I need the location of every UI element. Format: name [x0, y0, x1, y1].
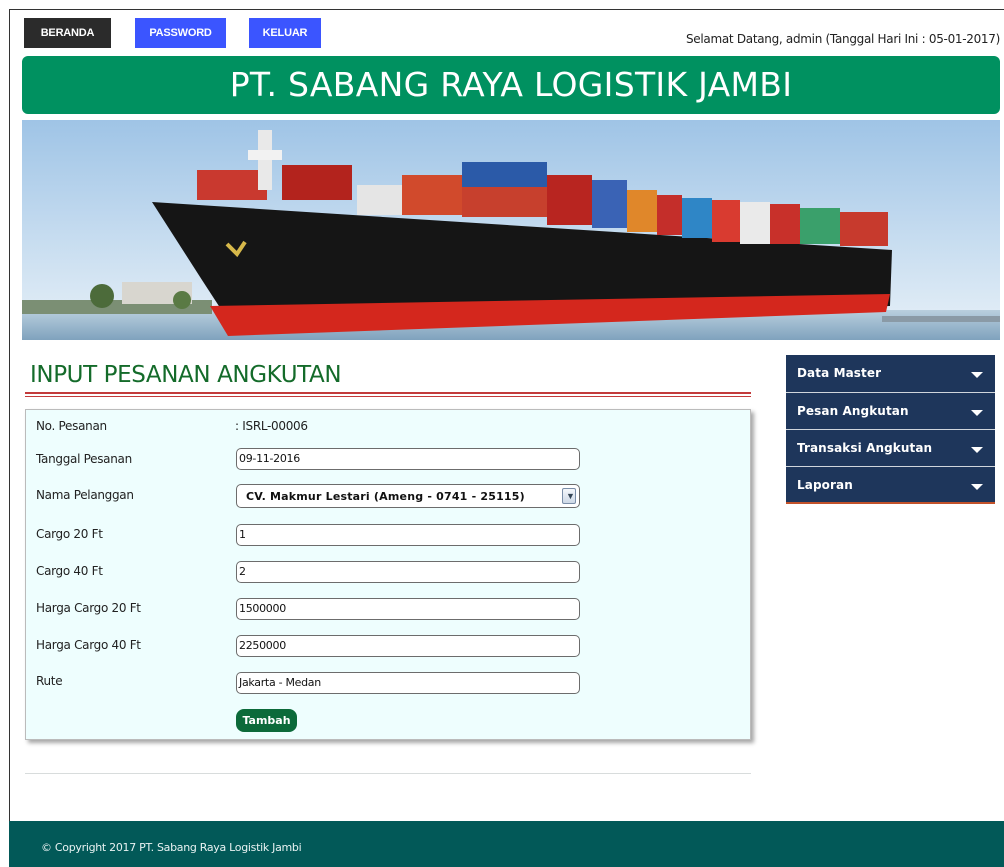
nav-keluar-button[interactable]: KELUAR: [249, 18, 321, 48]
sidebar-item-laporan[interactable]: Laporan: [786, 467, 995, 504]
sidebar-item-pesan-angkutan[interactable]: Pesan Angkutan: [786, 393, 995, 430]
tanggal-pesanan-input[interactable]: 09-11-2016: [236, 448, 580, 470]
title-divider-thin: [25, 396, 751, 397]
caret-down-icon: [971, 484, 983, 490]
copyright-text: © Copyright 2017 PT. Sabang Raya Logisti…: [41, 841, 302, 854]
rute-label: Rute: [36, 674, 63, 688]
cargo20-label: Cargo 20 Ft: [36, 527, 103, 541]
sidebar-item-data-master[interactable]: Data Master: [786, 355, 995, 393]
nama-pelanggan-select[interactable]: CV. Makmur Lestari (Ameng - 0741 - 25115…: [236, 484, 580, 508]
harga40-label: Harga Cargo 40 Ft: [36, 638, 141, 652]
rute-input[interactable]: Jakarta - Medan: [236, 672, 580, 694]
header-banner: PT. SABANG RAYA LOGISTIK JAMBI: [22, 56, 1000, 114]
caret-down-icon: [971, 447, 983, 453]
harga20-input[interactable]: 1500000: [236, 598, 580, 620]
harga40-input[interactable]: 2250000: [236, 635, 580, 657]
cargo40-label: Cargo 40 Ft: [36, 564, 103, 578]
sidebar-menu: Data Master Pesan Angkutan Transaksi Ang…: [786, 355, 995, 504]
sidebar-item-label: Data Master: [797, 366, 882, 380]
nav-password-button[interactable]: PASSWORD: [135, 18, 226, 48]
tanggal-pesanan-label: Tanggal Pesanan: [36, 452, 132, 466]
sidebar-item-transaksi-angkutan[interactable]: Transaksi Angkutan: [786, 430, 995, 467]
no-pesanan-label: No. Pesanan: [36, 419, 107, 433]
page-title: INPUT PESANAN ANGKUTAN: [30, 362, 342, 388]
sidebar-item-label: Laporan: [797, 478, 853, 492]
caret-down-icon: [971, 410, 983, 416]
footer: © Copyright 2017 PT. Sabang Raya Logisti…: [9, 821, 1004, 867]
dropdown-arrow-icon[interactable]: ▼: [562, 488, 576, 504]
sidebar-item-label: Pesan Angkutan: [797, 404, 909, 418]
welcome-text: Selamat Datang, admin (Tanggal Hari Ini …: [685, 32, 1000, 46]
tambah-button[interactable]: Tambah: [236, 709, 297, 732]
nama-pelanggan-label: Nama Pelanggan: [36, 488, 134, 502]
nama-pelanggan-selected: CV. Makmur Lestari (Ameng - 0741 - 25115…: [246, 490, 525, 503]
caret-down-icon: [971, 372, 983, 378]
cargo40-input[interactable]: 2: [236, 561, 580, 583]
content-separator: [25, 773, 751, 774]
container-ship-image: [22, 120, 1000, 340]
nav-beranda-button[interactable]: BERANDA: [24, 18, 111, 48]
site-title: PT. SABANG RAYA LOGISTIK JAMBI: [229, 65, 793, 104]
title-divider: [25, 392, 751, 394]
sidebar-item-label: Transaksi Angkutan: [797, 441, 933, 455]
cargo20-input[interactable]: 1: [236, 524, 580, 546]
harga20-label: Harga Cargo 20 Ft: [36, 601, 141, 615]
no-pesanan-value: : ISRL-00006: [235, 419, 308, 433]
order-form-panel: No. Pesanan : ISRL-00006 Tanggal Pesanan…: [25, 409, 751, 740]
hero-image: [22, 120, 1000, 340]
